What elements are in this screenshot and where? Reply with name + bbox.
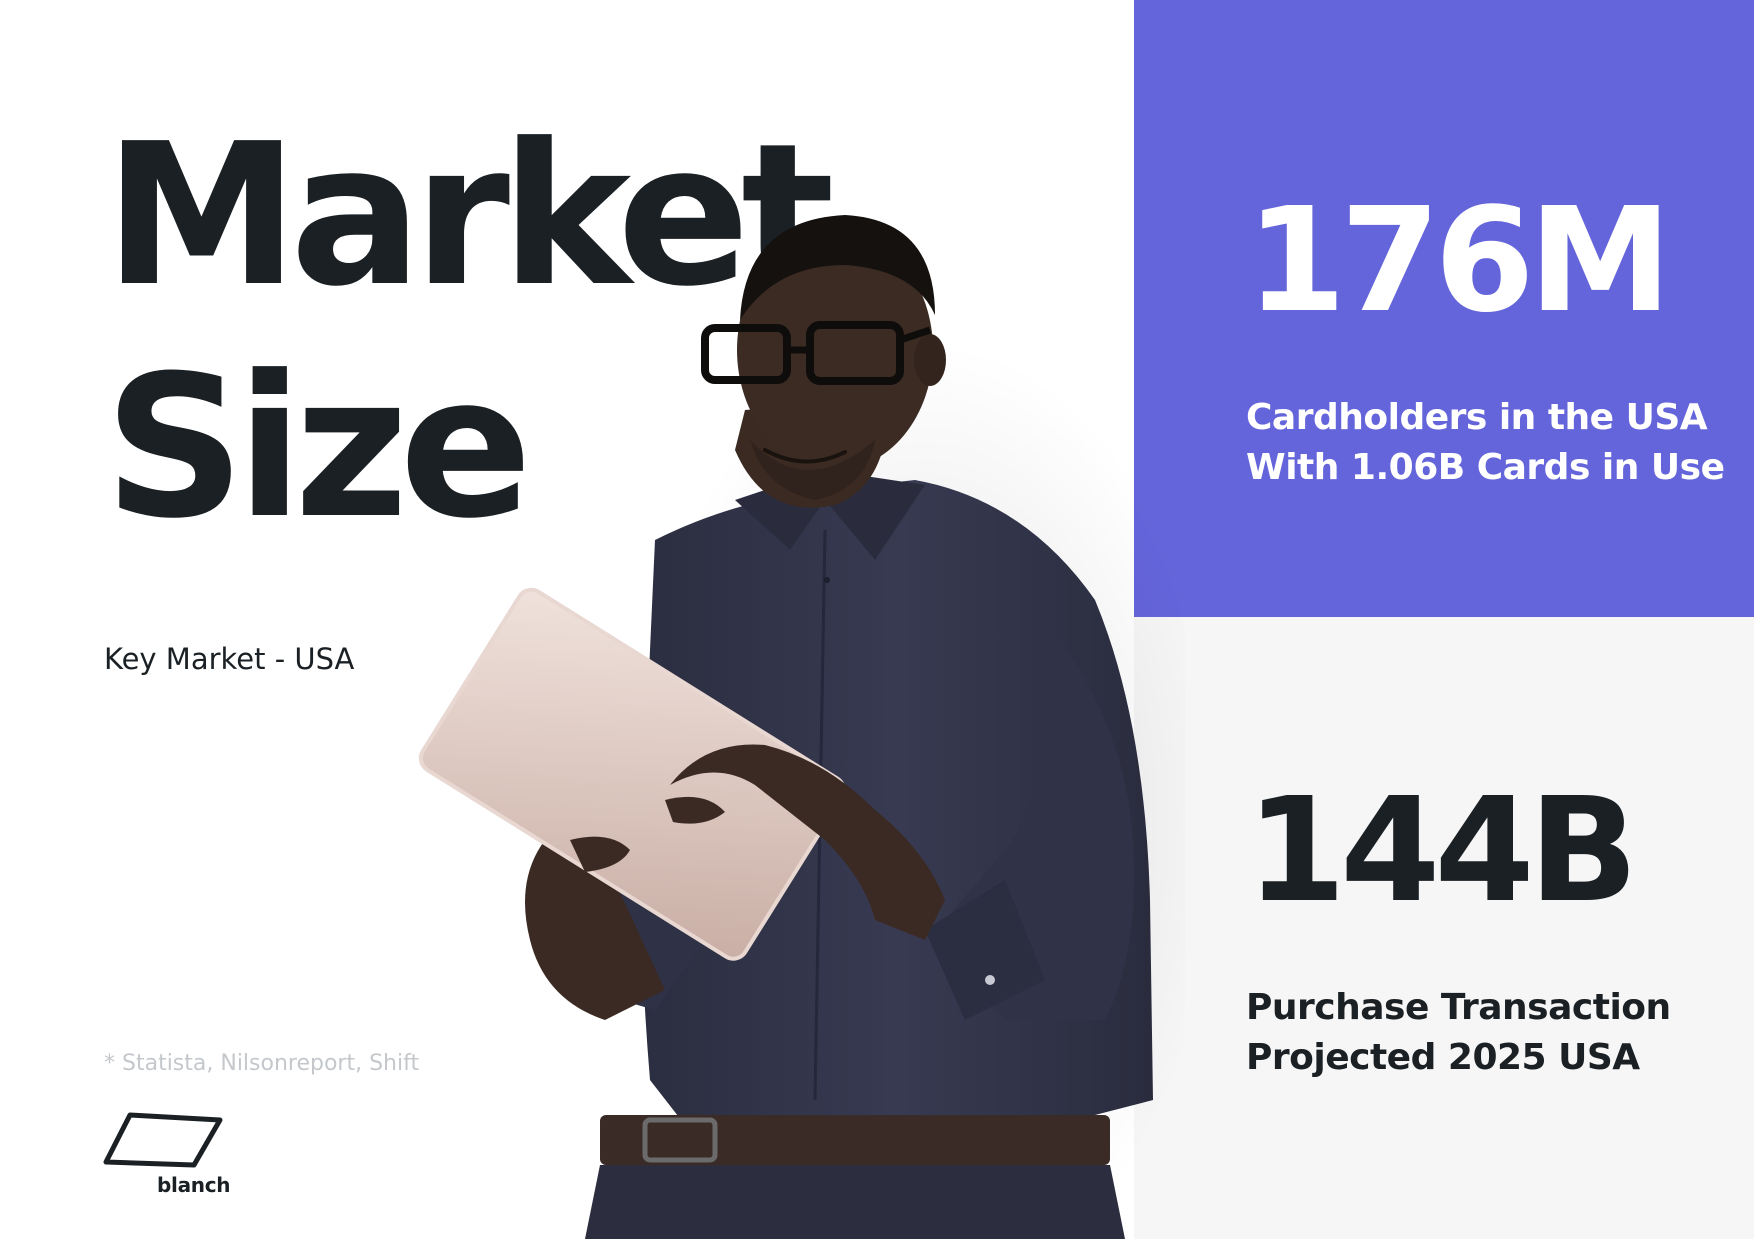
stat-transactions: 144B Purchase Transaction Projected 2025… (1246, 775, 1671, 1083)
person-with-tablet-illustration (418, 215, 1185, 1239)
stat-cardholders-label-line-1: Cardholders in the USA (1246, 397, 1708, 438)
stat-cardholders: 176M Cardholders in the USA With 1.06B C… (1246, 185, 1725, 493)
key-market-subtitle: Key Market - USA (104, 642, 355, 676)
blanch-logo: blanch (102, 1110, 231, 1200)
stat-transactions-label-line-1: Purchase Transaction (1246, 987, 1671, 1028)
sources-note: * Statista, Nilsonreport, Shift (104, 1051, 420, 1076)
stat-transactions-label-line-2: Projected 2025 USA (1246, 1037, 1640, 1078)
stat-cardholders-value: 176M (1246, 176, 1672, 344)
stat-cardholders-label-line-2: With 1.06B Cards in Use (1246, 447, 1725, 488)
logo-wordmark: blanch (157, 1173, 231, 1197)
stat-transactions-value: 144B (1246, 766, 1638, 934)
parallelogram-logo-icon (103, 1112, 223, 1168)
